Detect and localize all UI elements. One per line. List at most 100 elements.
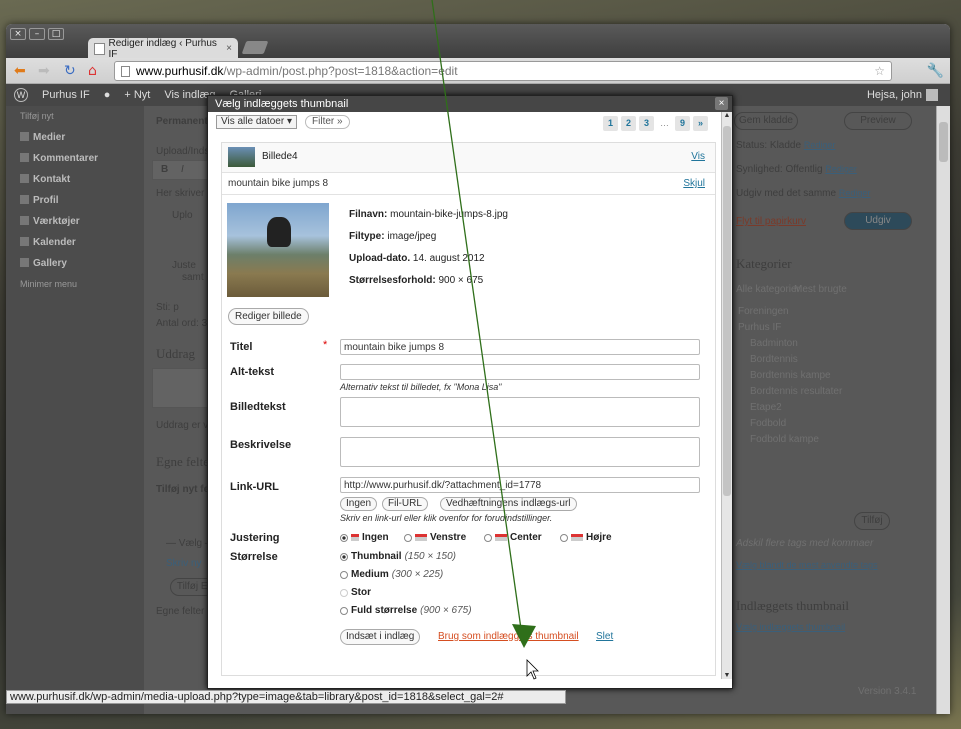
all-categories-tab[interactable]: Alle kategorier <box>736 284 800 295</box>
set-featured-image-link[interactable]: Vælg indlæggets thumbnail <box>736 622 845 632</box>
publish-button[interactable]: Udgiv <box>844 212 912 230</box>
delete-link[interactable]: Slet <box>596 631 613 642</box>
category-item[interactable]: Bordtennis <box>750 354 798 365</box>
write-new-link[interactable]: Skriv ny <box>166 558 202 569</box>
category-item[interactable]: Badminton <box>750 338 798 349</box>
filename-label: Filnavn: <box>349 209 388 220</box>
site-name-link[interactable]: Purhus IF <box>42 89 90 101</box>
alt-text-input[interactable] <box>340 364 700 380</box>
image-preview <box>227 203 329 297</box>
visibility-edit-link[interactable]: Rediger <box>825 164 857 174</box>
upload-date-row: Upload-dato. 14. august 2012 <box>349 253 485 264</box>
date-filter-select[interactable]: Vis alle datoer ▾ <box>216 115 298 129</box>
align-right-radio[interactable]: Højre <box>560 532 612 543</box>
comments-icon[interactable]: ● <box>104 89 111 101</box>
forward-arrow-icon[interactable]: ➡ <box>38 63 50 79</box>
bookmark-star-icon[interactable]: ☆ <box>874 64 885 78</box>
link-file-url-button[interactable]: Fil-URL <box>382 497 428 511</box>
url-field[interactable]: www.purhusif.dk/wp-admin/post.php?post=1… <box>114 61 892 81</box>
title-bar: × – □ Rediger indlæg ‹ Purhus IF × <box>6 24 950 60</box>
next-page-link[interactable]: » <box>693 116 708 131</box>
sidebar-item-profile[interactable]: Profil <box>6 190 144 211</box>
category-item[interactable]: Fodbold <box>750 418 786 429</box>
show-link[interactable]: Vis <box>691 151 705 162</box>
category-item[interactable]: Bordtennis resultater <box>750 386 842 397</box>
align-none-radio[interactable]: Ingen <box>340 532 389 543</box>
publish-time-label: Udgiv med det samme Rediger <box>736 188 870 199</box>
add-tag-button[interactable]: Tilføj <box>854 512 890 530</box>
caption-textarea[interactable] <box>340 397 700 427</box>
align-option-label: Højre <box>586 532 612 543</box>
new-content-link[interactable]: + Nyt <box>124 89 150 101</box>
scrollbar-thumb[interactable] <box>939 122 948 162</box>
scroll-down-icon[interactable]: ▼ <box>722 672 732 679</box>
status-edit-link[interactable]: Rediger <box>804 140 836 150</box>
page-link[interactable]: 2 <box>621 116 636 131</box>
sidebar-item-tools[interactable]: Værktøjer <box>6 211 144 232</box>
media-item-name: Billede4 <box>262 151 298 162</box>
sidebar-item-comments[interactable]: Kommentarer <box>6 148 144 169</box>
choose-tags-link[interactable]: Vælg blandt de mest anvendte tags <box>736 560 878 570</box>
link-url-input[interactable]: http://www.purhusif.dk/?attachment_id=17… <box>340 477 700 493</box>
wrench-icon[interactable]: 🔧 <box>927 62 944 79</box>
browser-tab[interactable]: Rediger indlæg ‹ Purhus IF × <box>88 38 238 60</box>
window-maximize-button[interactable]: □ <box>48 28 64 40</box>
media-item: Billede4 Vis mountain bike jumps 8 Skjul… <box>221 142 716 676</box>
sidebar-item-calendar[interactable]: Kalender <box>6 232 144 253</box>
scrollbar-thumb[interactable] <box>723 126 731 496</box>
filetype-row: Filtype: image/jpeg <box>349 231 436 242</box>
dialog-scrollbar[interactable]: ▲ ▼ <box>721 112 732 679</box>
content-bullet: Uplo <box>172 210 193 221</box>
tab-close-icon[interactable]: × <box>226 43 232 54</box>
scroll-up-icon[interactable]: ▲ <box>722 112 732 119</box>
sidebar-item-media[interactable]: Medier <box>6 127 144 148</box>
sidebar-item-contact[interactable]: Kontakt <box>6 169 144 190</box>
link-none-button[interactable]: Ingen <box>340 497 378 511</box>
filter-button[interactable]: Filter » <box>305 115 350 129</box>
edit-image-button[interactable]: Rediger billede <box>228 308 309 325</box>
category-item[interactable]: Fodbold kampe <box>750 434 819 445</box>
page-link[interactable]: 9 <box>675 116 690 131</box>
category-item[interactable]: Bordtennis kampe <box>750 370 831 381</box>
category-item[interactable]: Foreningen <box>738 306 789 317</box>
page-link[interactable]: 1 <box>603 116 618 131</box>
bold-button[interactable]: B <box>161 164 168 175</box>
link-post-url-button[interactable]: Vedhæftningens indlægs-url <box>440 497 577 511</box>
page-link[interactable]: 3 <box>639 116 654 131</box>
size-thumbnail-radio[interactable]: Thumbnail (150 × 150) <box>340 551 456 562</box>
move-to-trash-link[interactable]: Flyt til papirkurv <box>736 216 806 227</box>
align-center-radio[interactable]: Center <box>484 532 542 543</box>
most-used-tab[interactable]: Mest brugte <box>794 284 847 295</box>
hide-link[interactable]: Skjul <box>683 178 705 189</box>
reload-icon[interactable]: ↻ <box>64 63 76 79</box>
window-close-button[interactable]: × <box>10 28 26 40</box>
description-textarea[interactable] <box>340 437 700 467</box>
back-arrow-icon[interactable]: ⬅ <box>14 63 26 79</box>
italic-button[interactable]: I <box>181 164 184 175</box>
thumbnail-image <box>228 147 255 167</box>
sidebar-item-add-new[interactable]: Tilføj nyt <box>6 106 144 127</box>
collapse-menu-link[interactable]: Minimer menu <box>6 274 144 295</box>
close-icon[interactable]: × <box>715 97 728 110</box>
page-ellipsis: … <box>660 118 669 128</box>
wordpress-logo-icon[interactable]: W <box>14 88 28 102</box>
save-draft-button[interactable]: Gem kladde <box>734 112 798 130</box>
insert-into-post-button[interactable]: Indsæt i indlæg <box>340 629 421 645</box>
page-scrollbar[interactable] <box>936 106 950 714</box>
preview-button[interactable]: Preview <box>844 112 912 130</box>
user-menu[interactable]: Hejsa, john <box>867 89 938 101</box>
new-tab-button[interactable] <box>241 41 269 54</box>
size-medium-radio[interactable]: Medium (300 × 225) <box>340 569 443 580</box>
publish-time-edit-link[interactable]: Rediger <box>839 188 871 198</box>
title-input[interactable]: mountain bike jumps 8 <box>340 339 700 355</box>
excerpt-box[interactable] <box>152 368 212 408</box>
excerpt-note: Uddrag er va <box>156 420 214 431</box>
use-as-thumbnail-link[interactable]: Brug som indlæggets thumbnail <box>438 631 579 642</box>
category-item[interactable]: Purhus IF <box>738 322 781 333</box>
align-left-radio[interactable]: Venstre <box>404 532 466 543</box>
window-minimize-button[interactable]: – <box>29 28 45 40</box>
sidebar-item-gallery[interactable]: Gallery <box>6 253 144 274</box>
category-item[interactable]: Etape2 <box>750 402 782 413</box>
size-full-radio[interactable]: Fuld størrelse (900 × 675) <box>340 605 472 616</box>
home-icon[interactable]: ⌂ <box>88 63 97 79</box>
